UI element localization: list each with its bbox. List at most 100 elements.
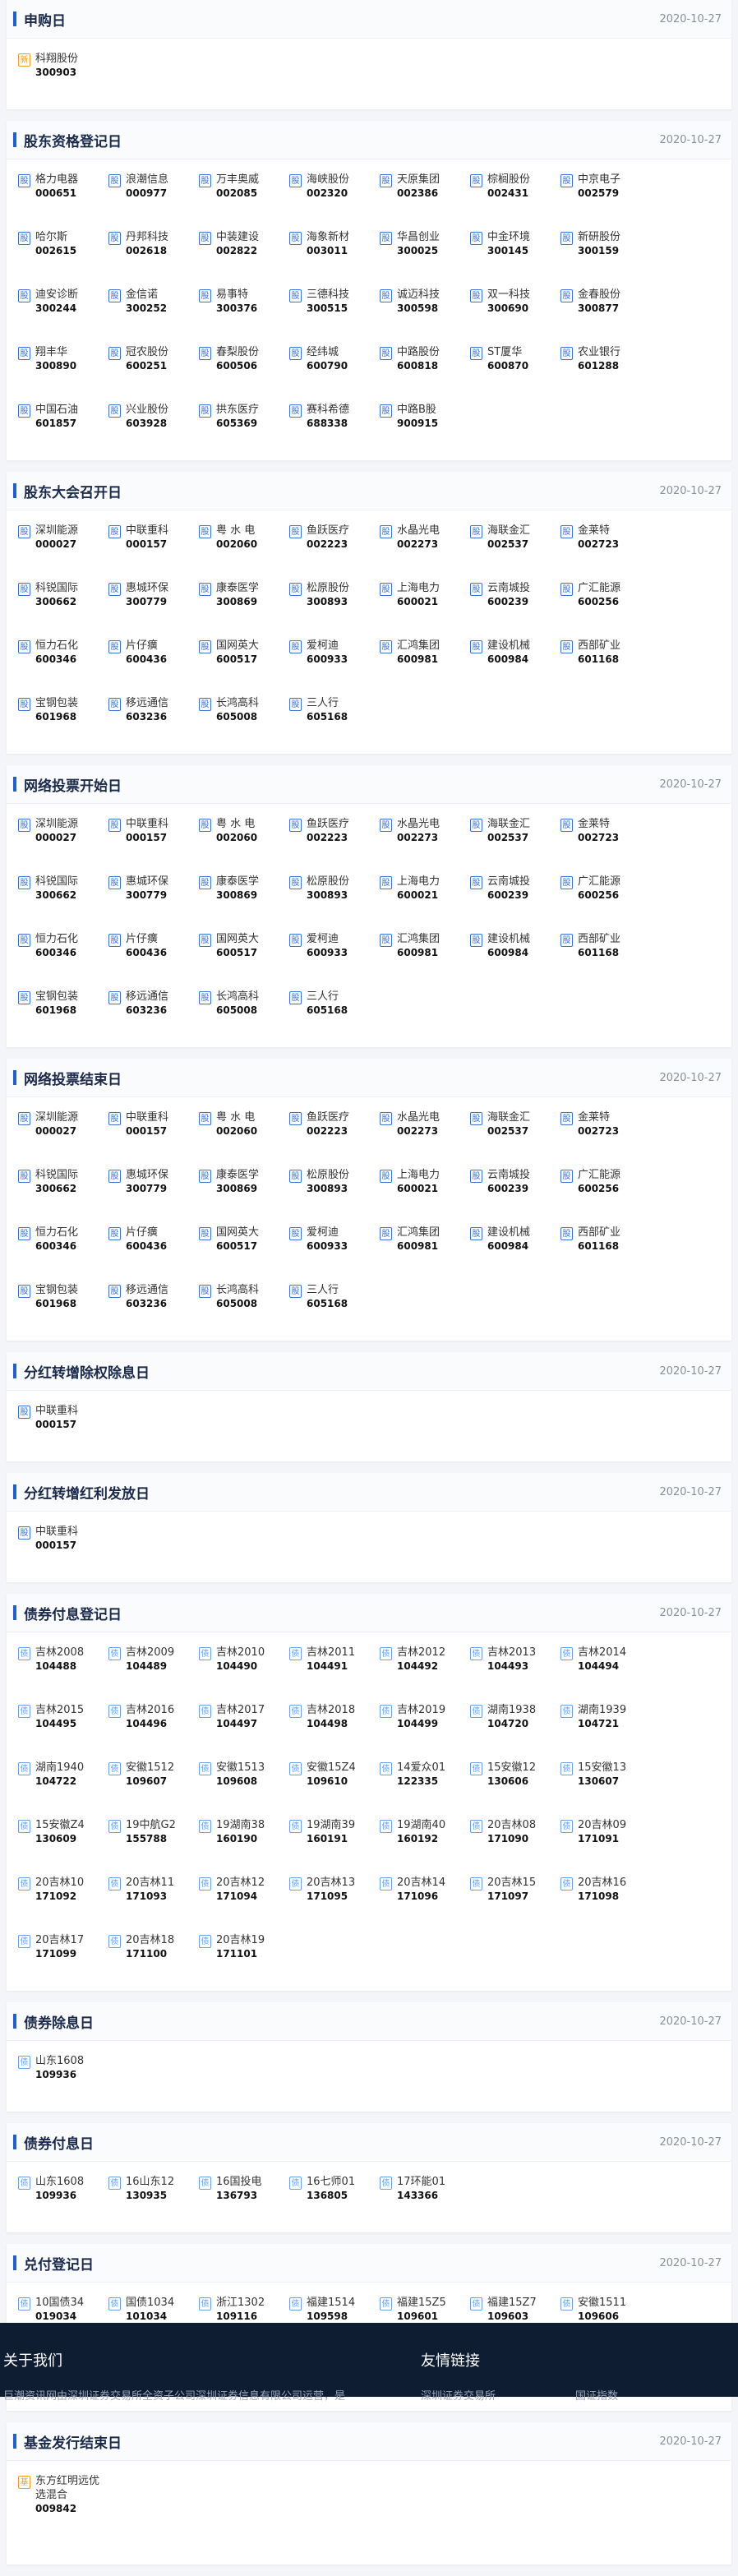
security-item[interactable]: 股粤 水 电 002060 bbox=[199, 812, 289, 870]
security-item[interactable]: 股中路B股 900915 bbox=[380, 398, 470, 455]
security-item[interactable]: 股长鸿高科 605008 bbox=[199, 691, 289, 749]
security-item[interactable]: 股长鸿高科 605008 bbox=[199, 985, 289, 1042]
security-item[interactable]: 股惠城环保 300779 bbox=[108, 870, 199, 927]
security-item[interactable]: 股棕榈股份 002431 bbox=[470, 168, 560, 225]
security-item[interactable]: 股片仔癀 600436 bbox=[108, 927, 199, 985]
security-item[interactable]: 股上海电力 600021 bbox=[380, 870, 470, 927]
security-item[interactable]: 债湖南1940 104722 bbox=[18, 1756, 108, 1813]
security-item[interactable]: 债安徽1512 109607 bbox=[108, 1756, 199, 1813]
security-item[interactable]: 股宝钢包装 601968 bbox=[18, 691, 108, 749]
security-item[interactable]: 股片仔癀 600436 bbox=[108, 1221, 199, 1278]
security-item[interactable]: 股金莱特 002723 bbox=[560, 1106, 651, 1163]
security-item[interactable]: 股水晶光电 002273 bbox=[380, 1106, 470, 1163]
security-item[interactable]: 股建设机械 600984 bbox=[470, 634, 560, 691]
security-item[interactable]: 股移远通信 603236 bbox=[108, 1278, 199, 1336]
security-item[interactable]: 债 15安徽13 130607 bbox=[560, 1756, 651, 1813]
security-item[interactable]: 股科锐国际 300662 bbox=[18, 1163, 108, 1221]
security-item[interactable]: 股海联金汇 002537 bbox=[470, 812, 560, 870]
security-item[interactable]: 债吉林2019 104499 bbox=[380, 1698, 470, 1756]
security-item[interactable]: 股迪安诊断 300244 bbox=[18, 283, 108, 340]
security-item[interactable]: 股康泰医学 300869 bbox=[199, 870, 289, 927]
security-item[interactable]: 股爱柯迪 600933 bbox=[289, 927, 380, 985]
security-item[interactable]: 债 20吉林08 171090 bbox=[470, 1813, 560, 1871]
security-item[interactable]: 股松原股份 300893 bbox=[289, 870, 380, 927]
security-item[interactable]: 股国网英大 600517 bbox=[199, 1221, 289, 1278]
security-item[interactable]: 股格力电器 000651 bbox=[18, 168, 108, 225]
security-item[interactable]: 债安徽1513 109608 bbox=[199, 1756, 289, 1813]
security-item[interactable]: 股翔丰华 300890 bbox=[18, 340, 108, 398]
security-item[interactable]: 股片仔癀 600436 bbox=[108, 634, 199, 691]
security-item[interactable]: 债 19湖南40 160192 bbox=[380, 1813, 470, 1871]
security-item[interactable]: 股恒力石化 600346 bbox=[18, 634, 108, 691]
security-item[interactable]: 债吉林2016 104496 bbox=[108, 1698, 199, 1756]
security-item[interactable]: 股华昌创业 300025 bbox=[380, 225, 470, 283]
security-item[interactable]: 债 20吉林18 171100 bbox=[108, 1928, 199, 1986]
security-item[interactable]: 债 20吉林12 171094 bbox=[199, 1871, 289, 1928]
security-item[interactable]: 债吉林2012 104492 bbox=[380, 1641, 470, 1698]
security-item[interactable]: 股双一科技 300690 bbox=[470, 283, 560, 340]
security-item[interactable]: 股上海电力 600021 bbox=[380, 576, 470, 634]
security-item[interactable]: 债湖南1938 104720 bbox=[470, 1698, 560, 1756]
security-item[interactable]: 股云南城投 600239 bbox=[470, 1163, 560, 1221]
security-item[interactable]: 债 20吉林09 171091 bbox=[560, 1813, 651, 1871]
security-item[interactable]: 股移远通信 603236 bbox=[108, 985, 199, 1042]
security-item[interactable]: 债吉林2011 104491 bbox=[289, 1641, 380, 1698]
security-item[interactable]: 股经纬城 600790 bbox=[289, 340, 380, 398]
security-item[interactable]: 股深圳能源 000027 bbox=[18, 519, 108, 576]
security-item[interactable]: 股中金环境 300145 bbox=[470, 225, 560, 283]
security-item[interactable]: 股科锐国际 300662 bbox=[18, 576, 108, 634]
security-item[interactable]: 股赛科希德 688338 bbox=[289, 398, 380, 455]
security-item[interactable]: 债湖南1939 104721 bbox=[560, 1698, 651, 1756]
security-item[interactable]: 股恒力石化 600346 bbox=[18, 927, 108, 985]
security-item[interactable]: 股爱柯迪 600933 bbox=[289, 634, 380, 691]
security-item[interactable]: 股鱼跃医疗 002223 bbox=[289, 812, 380, 870]
security-item[interactable]: 股中路股份 600818 bbox=[380, 340, 470, 398]
security-item[interactable]: 股汇鸿集团 600981 bbox=[380, 1221, 470, 1278]
security-item[interactable]: 债 19湖南39 160191 bbox=[289, 1813, 380, 1871]
security-item[interactable]: 股水晶光电 002273 bbox=[380, 812, 470, 870]
security-item[interactable]: 股新研股份 300159 bbox=[560, 225, 651, 283]
security-item[interactable]: 股中国石油 601857 bbox=[18, 398, 108, 455]
security-item[interactable]: 股广汇能源 600256 bbox=[560, 576, 651, 634]
security-item[interactable]: 股春梨股份 600506 bbox=[199, 340, 289, 398]
security-item[interactable]: 债吉林2008 104488 bbox=[18, 1641, 108, 1698]
security-item[interactable]: 债吉林2013 104493 bbox=[470, 1641, 560, 1698]
security-item[interactable]: 股汇鸿集团 600981 bbox=[380, 634, 470, 691]
security-item[interactable]: 股宝钢包装 601968 bbox=[18, 1278, 108, 1336]
security-item[interactable]: 债 20吉林13 171095 bbox=[289, 1871, 380, 1928]
security-item[interactable]: 股海象新材 003011 bbox=[289, 225, 380, 283]
security-item[interactable]: 股惠城环保 300779 bbox=[108, 576, 199, 634]
security-item[interactable]: 股易事特 300376 bbox=[199, 283, 289, 340]
security-item[interactable]: 股康泰医学 300869 bbox=[199, 576, 289, 634]
security-item[interactable]: 股国网英大 600517 bbox=[199, 927, 289, 985]
security-item[interactable]: 债山东1608 109936 bbox=[18, 2170, 108, 2227]
security-item[interactable]: 股中联重科 000157 bbox=[108, 519, 199, 576]
security-item[interactable]: 股汇鸿集团 600981 bbox=[380, 927, 470, 985]
security-item[interactable]: 股中装建设 002822 bbox=[199, 225, 289, 283]
security-item[interactable]: 债吉林2017 104497 bbox=[199, 1698, 289, 1756]
security-item[interactable]: 债 20吉林16 171098 bbox=[560, 1871, 651, 1928]
security-item[interactable]: 股鱼跃医疗 002223 bbox=[289, 519, 380, 576]
security-item[interactable]: 股中联重科 000157 bbox=[18, 1399, 108, 1457]
security-item[interactable]: 债 20吉林10 171092 bbox=[18, 1871, 108, 1928]
security-item[interactable]: 债 19中航G2 155788 bbox=[108, 1813, 199, 1871]
security-item[interactable]: 股鱼跃医疗 002223 bbox=[289, 1106, 380, 1163]
security-item[interactable]: 债 19湖南38 160190 bbox=[199, 1813, 289, 1871]
security-item[interactable]: 股哈尔斯 002615 bbox=[18, 225, 108, 283]
security-item[interactable]: 股广汇能源 600256 bbox=[560, 1163, 651, 1221]
security-item[interactable]: 股金莱特 002723 bbox=[560, 812, 651, 870]
security-item[interactable]: 股 ST厦华 600870 bbox=[470, 340, 560, 398]
security-item[interactable]: 债安徽15Z4 109610 bbox=[289, 1756, 380, 1813]
security-item[interactable]: 债 15安徽Z4 130609 bbox=[18, 1813, 108, 1871]
security-item[interactable]: 股诚迈科技 300598 bbox=[380, 283, 470, 340]
security-item[interactable]: 股深圳能源 000027 bbox=[18, 812, 108, 870]
security-item[interactable]: 新科翔股份 300903 bbox=[18, 47, 108, 104]
security-item[interactable]: 债 16国投电 136793 bbox=[199, 2170, 289, 2227]
security-item[interactable]: 股惠城环保 300779 bbox=[108, 1163, 199, 1221]
security-item[interactable]: 股兴业股份 603928 bbox=[108, 398, 199, 455]
security-item[interactable]: 股中联重科 000157 bbox=[18, 1520, 108, 1577]
security-item[interactable]: 股恒力石化 600346 bbox=[18, 1221, 108, 1278]
security-item[interactable]: 债山东1608 109936 bbox=[18, 2049, 108, 2107]
security-item[interactable]: 股三德科技 300515 bbox=[289, 283, 380, 340]
security-item[interactable]: 股丹邦科技 002618 bbox=[108, 225, 199, 283]
